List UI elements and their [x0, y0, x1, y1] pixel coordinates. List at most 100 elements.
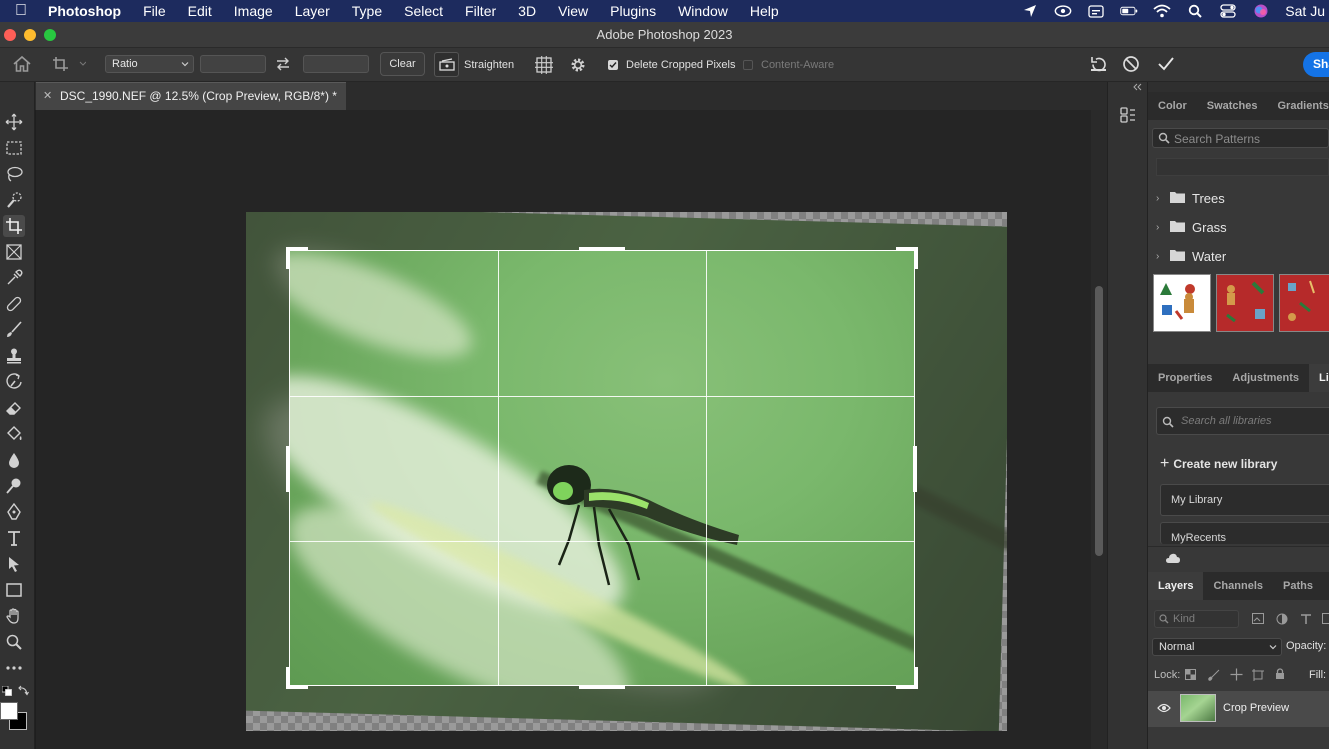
crop-handle-bottom-left[interactable] [286, 667, 308, 689]
clear-button[interactable]: Clear [380, 52, 425, 76]
battery-icon[interactable] [1120, 4, 1138, 18]
menu-window[interactable]: Window [667, 3, 739, 19]
filter-pixel-icon[interactable] [1252, 613, 1264, 627]
siri-icon[interactable] [1252, 4, 1270, 18]
reset-icon[interactable] [1089, 55, 1108, 77]
crop-handle-left[interactable] [286, 446, 290, 492]
menu-image[interactable]: Image [223, 3, 284, 19]
creative-cloud-icon[interactable] [1054, 4, 1072, 18]
spotlight-search-icon[interactable] [1186, 4, 1204, 18]
library-my-library[interactable]: My Library [1160, 484, 1329, 516]
ratio-select[interactable]: Ratio [105, 55, 194, 73]
tab-color[interactable]: Color [1148, 92, 1197, 120]
tab-layers[interactable]: Layers [1148, 572, 1204, 600]
brush-tool-icon[interactable] [3, 319, 25, 341]
menu-help[interactable]: Help [739, 3, 790, 19]
menu-select[interactable]: Select [393, 3, 454, 19]
clock-text[interactable]: Sat Ju [1285, 3, 1325, 19]
cancel-crop-icon[interactable] [1122, 55, 1140, 76]
cloud-icon[interactable] [1165, 552, 1181, 567]
type-tool-icon[interactable] [3, 527, 25, 549]
lock-pixels-icon[interactable] [1208, 669, 1220, 684]
learn-panel-icon[interactable] [1120, 107, 1136, 126]
rectangle-tool-icon[interactable] [3, 579, 25, 601]
home-icon[interactable] [12, 55, 32, 76]
tab-channels[interactable]: Channels [1203, 572, 1273, 600]
share-button[interactable]: Sha [1303, 52, 1329, 77]
layer-kind-filter[interactable]: Kind [1154, 610, 1239, 628]
grid-overlay-icon[interactable] [535, 56, 553, 77]
layer-visibility-eye-icon[interactable] [1157, 703, 1171, 716]
pattern-thumbnail-3[interactable] [1279, 274, 1329, 332]
pen-tool-icon[interactable] [3, 501, 25, 523]
pattern-folder-water[interactable]: › Water [1156, 244, 1226, 268]
content-aware-checkbox[interactable] [743, 60, 753, 70]
blur-tool-icon[interactable] [3, 449, 25, 471]
control-center-icon[interactable] [1219, 4, 1237, 18]
tab-properties[interactable]: Properties [1148, 364, 1222, 392]
stamp-tool-icon[interactable] [3, 345, 25, 367]
more-tools-icon[interactable] [3, 657, 25, 679]
crop-handle-right[interactable] [913, 446, 917, 492]
close-tab-icon[interactable]: ✕ [43, 83, 52, 109]
location-arrow-icon[interactable] [1021, 4, 1039, 18]
crop-handle-top-right[interactable] [896, 247, 918, 269]
tab-libraries[interactable]: Libr [1309, 364, 1329, 392]
content-aware-label[interactable]: Content-Aware [761, 59, 834, 71]
menu-app-photoshop[interactable]: Photoshop [42, 3, 132, 19]
scrollbar-thumb[interactable] [1095, 286, 1103, 556]
crop-handle-bottom-right[interactable] [896, 667, 918, 689]
crop-handle-top-left[interactable] [286, 247, 308, 269]
menu-3d[interactable]: 3D [507, 3, 547, 19]
path-selection-tool-icon[interactable] [3, 553, 25, 575]
create-library-button[interactable]: + Create new library [1160, 455, 1277, 473]
ratio-height-input[interactable] [303, 55, 369, 73]
libraries-search-field[interactable]: Search all libraries [1156, 407, 1329, 435]
patterns-slider-track[interactable] [1156, 158, 1329, 176]
tab-paths[interactable]: Paths [1273, 572, 1323, 600]
zoom-window-button[interactable] [44, 29, 56, 41]
zoom-tool-icon[interactable] [3, 631, 25, 653]
hand-tool-icon[interactable] [3, 605, 25, 627]
crop-handle-bottom[interactable] [579, 685, 625, 689]
pattern-thumbnail-1[interactable] [1153, 274, 1211, 332]
pattern-folder-trees[interactable]: › Trees [1156, 186, 1225, 210]
menu-view[interactable]: View [547, 3, 599, 19]
filter-shape-icon[interactable] [1322, 613, 1329, 628]
menu-plugins[interactable]: Plugins [599, 3, 667, 19]
crop-bounding-box[interactable] [289, 250, 915, 686]
pattern-folder-grass[interactable]: › Grass [1156, 215, 1227, 239]
document-tab[interactable]: ✕ DSC_1990.NEF @ 12.5% (Crop Preview, RG… [36, 82, 346, 110]
lock-artboard-icon[interactable] [1252, 669, 1264, 684]
delete-cropped-label[interactable]: Delete Cropped Pixels [626, 59, 735, 71]
eraser-tool-icon[interactable] [3, 397, 25, 419]
display-icon[interactable] [1087, 4, 1105, 18]
expand-panels-icon[interactable] [1132, 82, 1142, 94]
history-brush-tool-icon[interactable] [3, 371, 25, 393]
commit-crop-icon[interactable] [1157, 55, 1175, 76]
menu-edit[interactable]: Edit [177, 3, 223, 19]
menu-file[interactable]: File [132, 3, 177, 19]
close-window-button[interactable] [4, 29, 16, 41]
minimize-window-button[interactable] [24, 29, 36, 41]
healing-brush-tool-icon[interactable] [3, 293, 25, 315]
menu-type[interactable]: Type [341, 3, 393, 19]
tab-adjustments[interactable]: Adjustments [1222, 364, 1309, 392]
blend-mode-select[interactable]: Normal [1152, 638, 1282, 656]
library-myrecents[interactable]: MyRecents [1160, 522, 1329, 544]
gear-icon[interactable] [569, 56, 587, 77]
paint-bucket-tool-icon[interactable] [3, 423, 25, 445]
quick-selection-tool-icon[interactable] [3, 189, 25, 211]
move-tool-icon[interactable] [3, 111, 25, 133]
menu-filter[interactable]: Filter [454, 3, 507, 19]
straighten-icon[interactable] [434, 52, 459, 77]
wifi-icon[interactable] [1153, 4, 1171, 18]
apple-menu-icon[interactable]:  [0, 2, 42, 20]
lasso-tool-icon[interactable] [3, 163, 25, 185]
foreground-color-swatch[interactable] [0, 702, 18, 720]
delete-cropped-checkbox[interactable] [608, 60, 618, 70]
eyedropper-tool-icon[interactable] [3, 267, 25, 289]
menu-layer[interactable]: Layer [284, 3, 341, 19]
default-colors-icon[interactable] [1, 685, 12, 699]
swap-colors-icon[interactable] [17, 685, 29, 700]
